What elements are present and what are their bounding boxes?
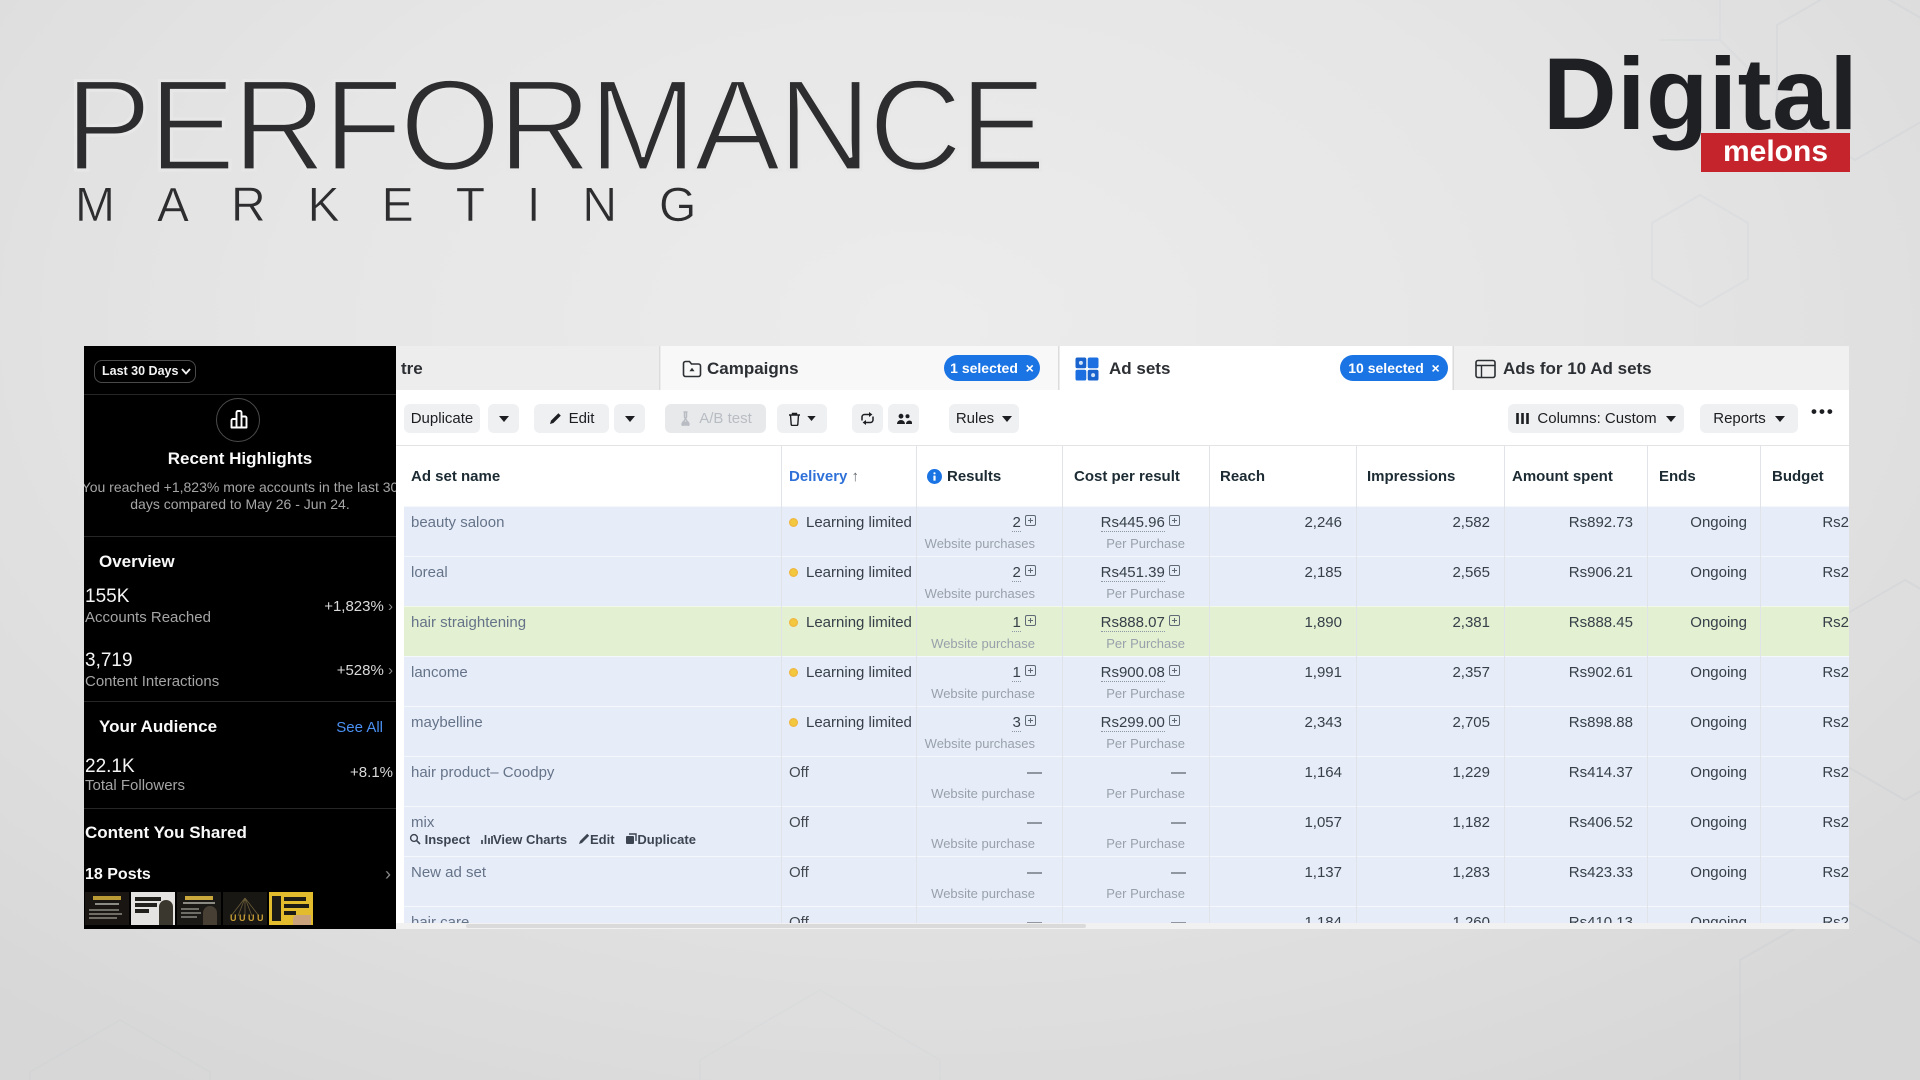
svg-text:U U U U: U U U U: [230, 913, 264, 923]
